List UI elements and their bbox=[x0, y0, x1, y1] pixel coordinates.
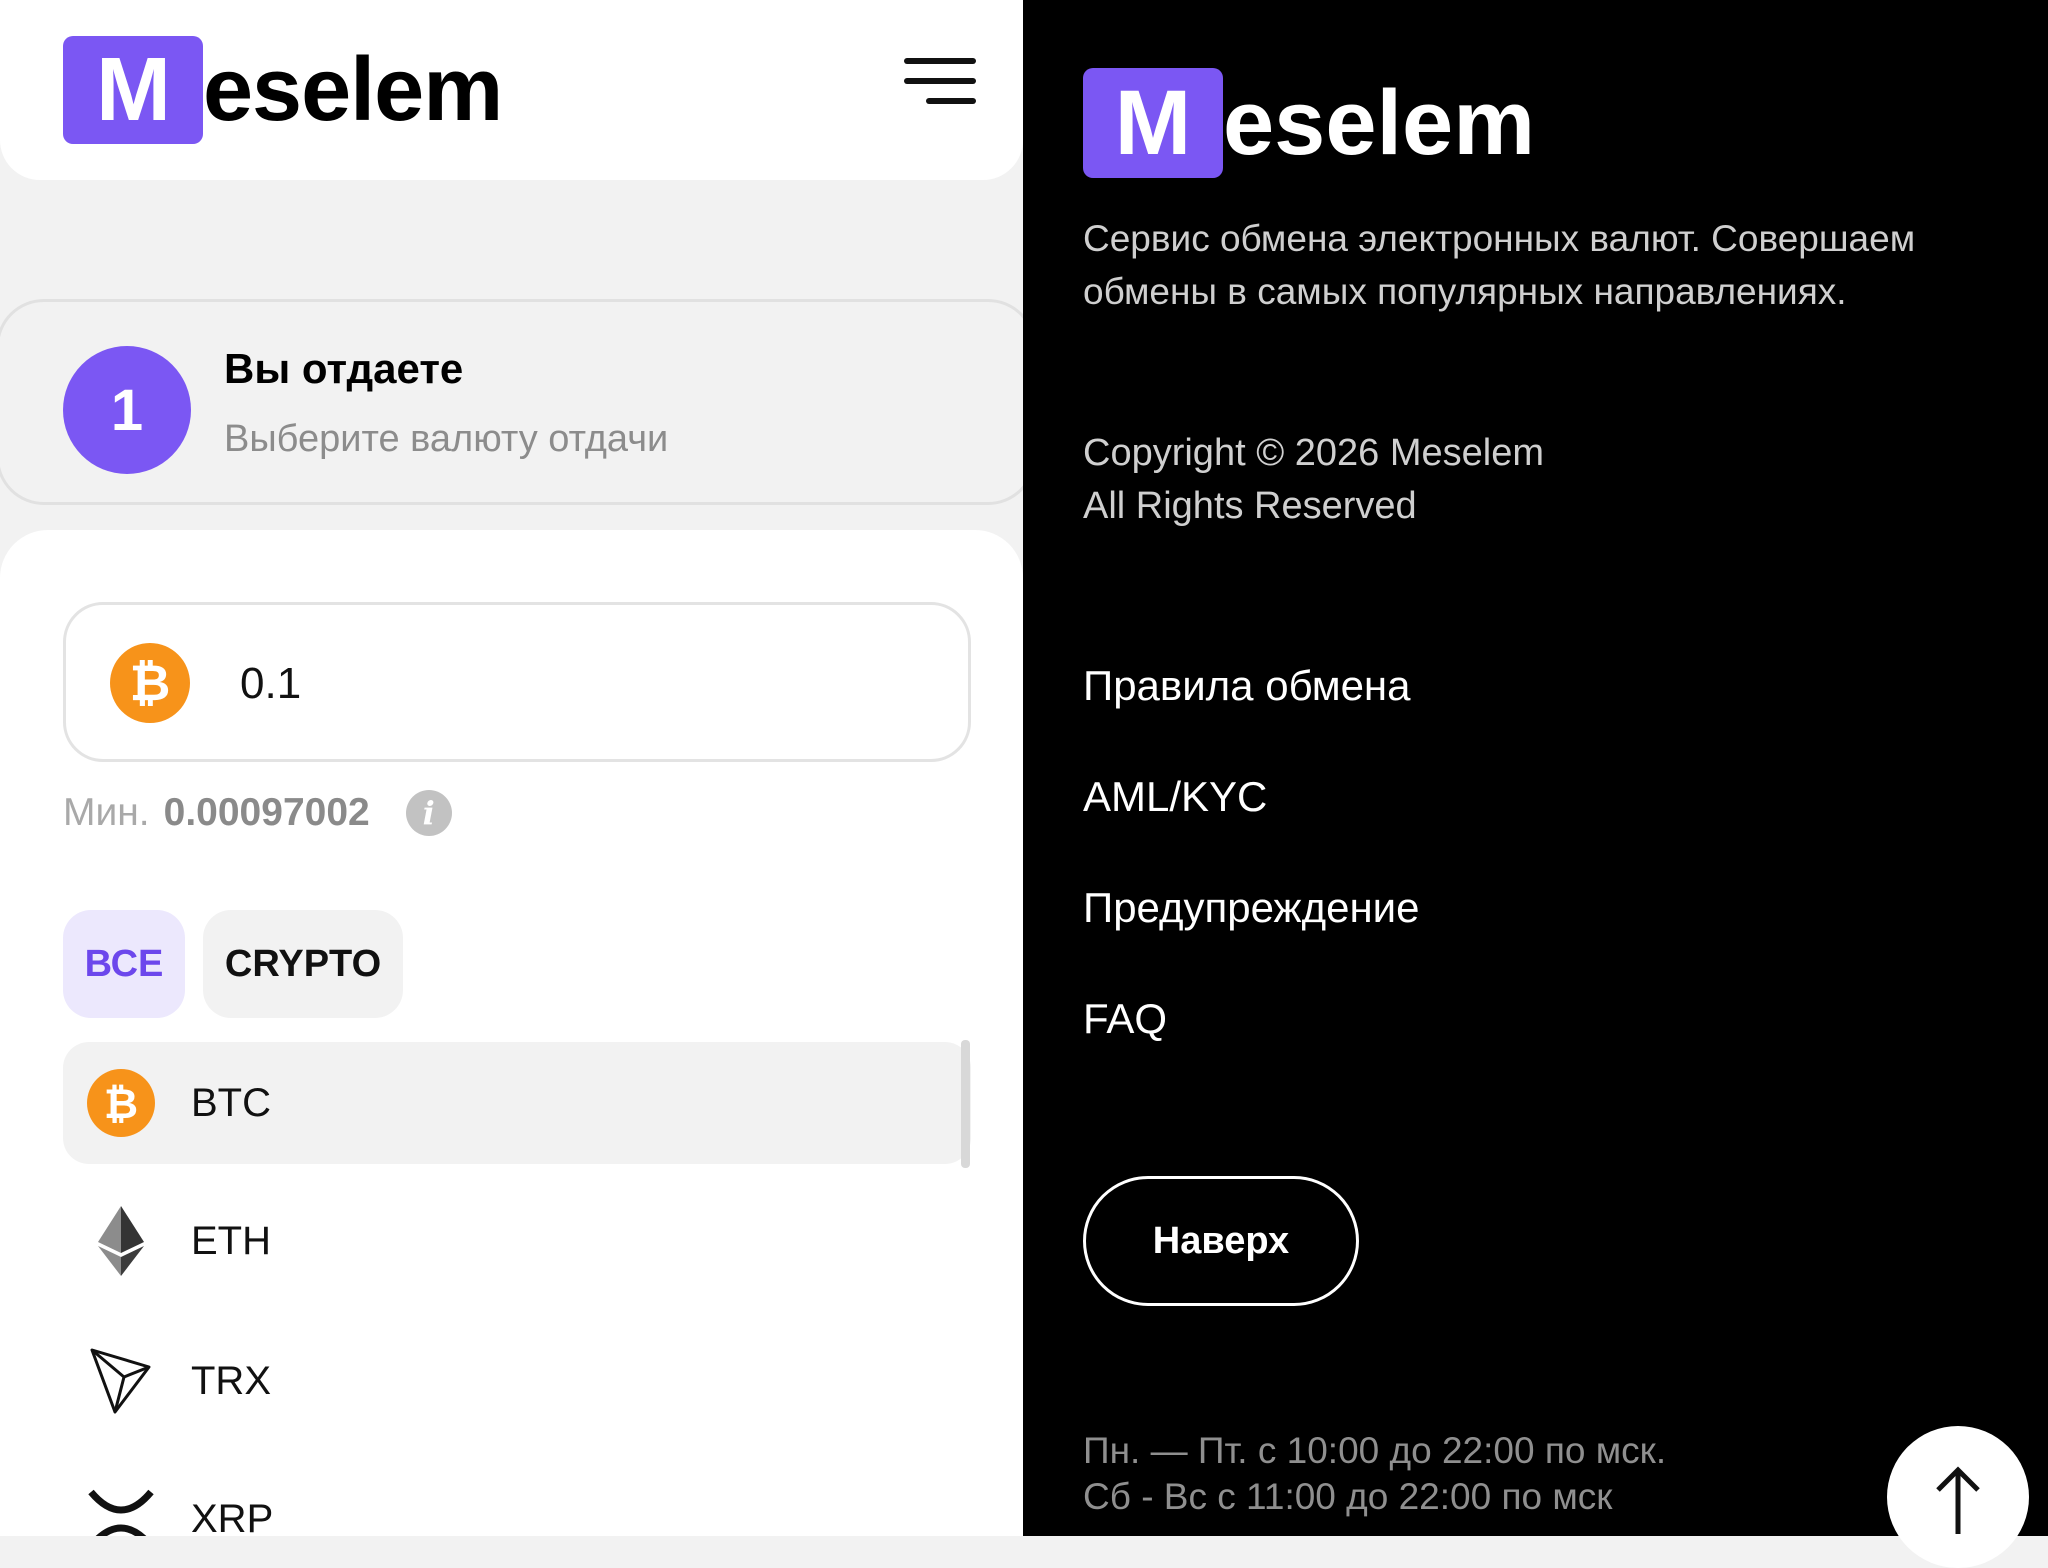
list-scrollbar[interactable] bbox=[961, 1040, 970, 1168]
copyright-line: Copyright © 2026 Meselem bbox=[1083, 432, 1544, 474]
filter-crypto[interactable]: CRYPTO bbox=[203, 910, 403, 1018]
bitcoin-icon: ₿ bbox=[87, 1069, 155, 1137]
footer-description: Сервис обмена электронных валют. Соверша… bbox=[1083, 218, 1916, 312]
currency-item-btc[interactable]: ₿ BTC bbox=[63, 1042, 971, 1164]
arrow-up-icon bbox=[1936, 1466, 1980, 1534]
working-hours: Пн. — Пт. с 10:00 до 22:00 по мск. Сб - … bbox=[1083, 1428, 1666, 1520]
currency-label: XRP bbox=[191, 1496, 274, 1537]
step-number: 1 bbox=[63, 346, 191, 474]
footer-logo[interactable]: M eselem bbox=[1083, 68, 1535, 178]
xrp-icon bbox=[87, 1485, 155, 1536]
currency-item-eth[interactable]: ETH bbox=[63, 1180, 971, 1302]
logo-mark: M bbox=[1083, 68, 1223, 178]
logo[interactable]: M eselem bbox=[63, 36, 503, 144]
currency-label: TRX bbox=[191, 1358, 271, 1403]
scroll-top-button[interactable] bbox=[1887, 1426, 2029, 1568]
logo-mark: M bbox=[63, 36, 203, 144]
link-exchange-rules[interactable]: Правила обмена bbox=[1083, 662, 1411, 710]
menu-icon[interactable] bbox=[900, 56, 976, 112]
step-subtitle: Выберите валюту отдачи bbox=[224, 418, 669, 460]
currency-label: BTC bbox=[191, 1080, 271, 1125]
rights-line: All Rights Reserved bbox=[1083, 485, 1417, 527]
link-faq[interactable]: FAQ bbox=[1083, 995, 1167, 1043]
currency-item-xrp[interactable]: XRP bbox=[63, 1458, 971, 1536]
copyright: Copyright © 2026 Meselem All Rights Rese… bbox=[1083, 427, 1544, 533]
filter-all[interactable]: ВСЕ bbox=[63, 910, 185, 1018]
step-title: Вы отдаете bbox=[224, 345, 464, 392]
tron-icon bbox=[87, 1347, 155, 1415]
info-icon[interactable]: i bbox=[405, 790, 452, 836]
logo-text: eselem bbox=[203, 39, 503, 140]
logo-text: eselem bbox=[1223, 71, 1536, 174]
link-warning[interactable]: Предупреждение bbox=[1083, 884, 1419, 932]
bitcoin-icon: ₿ bbox=[110, 643, 190, 723]
exchange-panel: M eselem 1 Вы отдаете Выберите валюту от… bbox=[0, 0, 1023, 1536]
hours-weekdays: Пн. — Пт. с 10:00 до 22:00 по мск. bbox=[1083, 1430, 1667, 1471]
min-value: 0.00097002 bbox=[163, 791, 370, 834]
link-aml-kyc[interactable]: AML/KYC bbox=[1083, 773, 1267, 821]
currency-item-trx[interactable]: TRX bbox=[63, 1320, 971, 1442]
ethereum-icon bbox=[87, 1206, 155, 1276]
to-top-button[interactable]: Наверх bbox=[1083, 1176, 1359, 1306]
amount-input[interactable] bbox=[238, 650, 892, 718]
currency-label: ETH bbox=[191, 1218, 271, 1263]
min-amount: Мин. 0.00097002 i bbox=[63, 790, 452, 836]
hours-weekend: Сб - Вс с 11:00 до 22:00 по мск bbox=[1083, 1476, 1613, 1517]
min-label: Мин. bbox=[63, 791, 150, 834]
header: M eselem bbox=[0, 0, 1023, 180]
footer-panel: M eselem Сервис обмена электронных валют… bbox=[1023, 0, 2048, 1536]
